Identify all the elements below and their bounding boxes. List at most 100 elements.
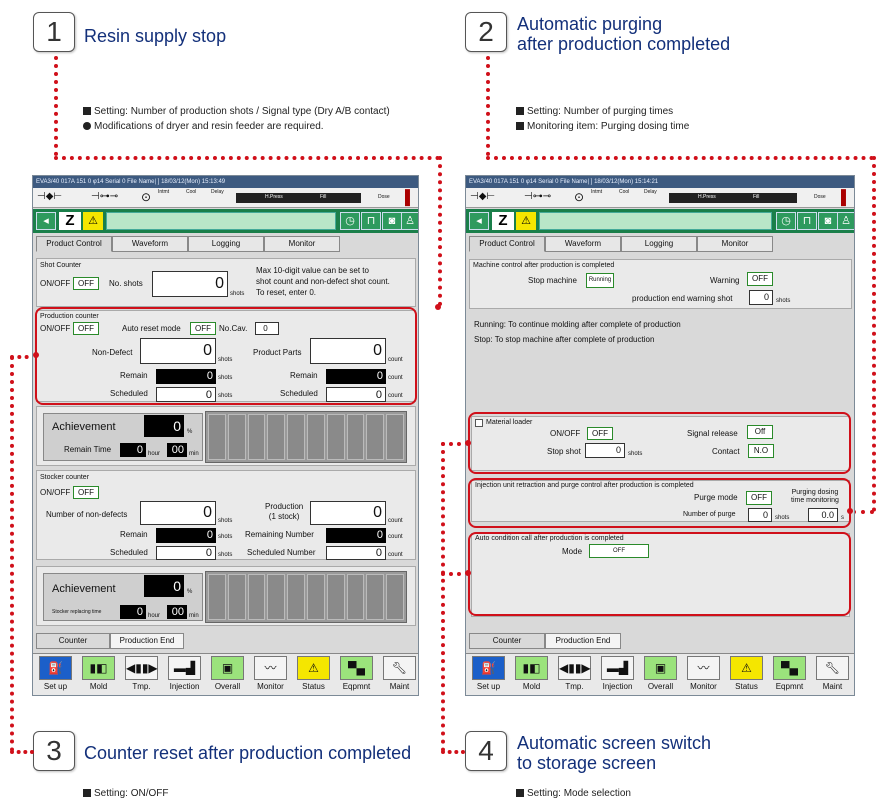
tab-product-control[interactable]: Product Control: [36, 236, 112, 252]
leader-3-vertical: [10, 356, 14, 752]
warning-toggle[interactable]: OFF: [747, 272, 773, 286]
tab-monitor[interactable]: Monitor: [264, 236, 340, 252]
scheduled-number-unit: count: [388, 552, 403, 558]
nav-overall[interactable]: ▣ Overall: [207, 656, 248, 694]
clock-icon[interactable]: ◷: [340, 212, 360, 230]
nav-monitor-label: Monitor: [690, 682, 717, 691]
machine-control-section: Machine control after production is comp…: [469, 259, 852, 309]
camera-icon[interactable]: ◙: [382, 212, 402, 230]
fill-label: Fill: [320, 194, 327, 200]
bottom-nav: ⛽ Set up ▮◧ Mold ◀▮▮▶ Tmp. ▬▟ Injection ▣ Ove…: [33, 653, 418, 695]
tab-counter[interactable]: Counter: [36, 633, 110, 649]
stocker-onoff-toggle[interactable]: OFF: [73, 486, 99, 499]
callout-1-note-1: Setting: Number of production shots / Si…: [83, 104, 390, 119]
nav-status[interactable]: ⚠ Status: [293, 656, 334, 694]
callout-1-number: 1: [33, 12, 75, 52]
nav-eqpmnt[interactable]: ▀▄ Eqpmnt: [769, 656, 810, 694]
tab-production-end[interactable]: Production End: [110, 633, 184, 649]
scheduled-number-input[interactable]: 0: [326, 546, 386, 560]
nav-eqpmnt[interactable]: ▀▄ Eqpmnt: [336, 656, 377, 694]
no-shots-input[interactable]: 0: [152, 271, 228, 297]
leader-4-anchor-mid: [465, 570, 471, 576]
injection-progress-bar: [669, 193, 797, 203]
callout-3-note-1: Setting: ON/OFF: [83, 786, 168, 801]
nav-setup[interactable]: ⛽ Set up: [468, 656, 509, 694]
process-icon-bar: ⊣◆⊢ ⊣⊶⊸ ⊙ Intmt Cool Delay H.Press Fill …: [33, 188, 418, 208]
nav-mold[interactable]: ▮◧ Mold: [511, 656, 552, 694]
stocker-achievement-label: Achievement: [52, 583, 116, 595]
mold-open-icon: ⊣◆⊢: [470, 191, 496, 202]
lock-icon[interactable]: ⊓: [797, 212, 817, 230]
stop-machine-label: Stop machine: [528, 276, 577, 285]
top-tabs: Product Control Waveform Logging Monitor: [33, 236, 418, 252]
tab-logging[interactable]: Logging: [188, 236, 264, 252]
stocker-remain-value: 0: [156, 528, 216, 543]
user-icon[interactable]: ♙: [401, 212, 418, 230]
mold-icon: ▮◧: [82, 656, 115, 680]
shot-counter-section: Shot Counter ON/OFF OFF No. shots 0 shot…: [36, 258, 416, 307]
nav-injection-label: Injection: [169, 682, 200, 691]
bullet-square-icon: [516, 107, 524, 115]
nav-mold[interactable]: ▮◧ Mold: [78, 656, 119, 694]
nav-injection[interactable]: ▬▟ Injection: [164, 656, 205, 694]
user-icon[interactable]: ♙: [837, 212, 854, 230]
camera-icon[interactable]: ◙: [818, 212, 838, 230]
nav-tmp[interactable]: ◀▮▮▶ Tmp.: [554, 656, 595, 694]
end-warning-label: production end warning shot: [632, 294, 733, 303]
end-warning-input[interactable]: 0: [749, 290, 773, 305]
stocker-hour-value: 0: [120, 605, 146, 619]
scheduled-number-label: Scheduled Number: [247, 548, 316, 557]
tab-counter[interactable]: Counter: [469, 633, 545, 649]
callout-3-title: Counter reset after production completed: [84, 743, 412, 763]
nav-maint-label: Maint: [389, 682, 410, 691]
tab-monitor[interactable]: Monitor: [697, 236, 773, 252]
production-stock-label: Production (1 stock): [265, 502, 304, 521]
clock-icon[interactable]: ◷: [776, 212, 796, 230]
lock-icon[interactable]: ⊓: [361, 212, 381, 230]
nav-monitor[interactable]: 〰 Monitor: [250, 656, 291, 694]
back-arrow-icon[interactable]: ◂: [36, 212, 56, 230]
tab-logging[interactable]: Logging: [621, 236, 697, 252]
nav-overall-label: Overall: [647, 682, 674, 691]
nav-setup[interactable]: ⛽ Set up: [35, 656, 76, 694]
ejector-icon: ⊣⊶⊸: [524, 191, 552, 202]
bottom-nav: ⛽ Set up ▮◧ Mold ◀▮▮▶ Tmp. ▬▟ Injection ▣ Ove…: [466, 653, 854, 695]
nav-maint[interactable]: 🔧︎ Maint: [812, 656, 853, 694]
dose-label: Dose: [378, 194, 390, 200]
nav-setup-label: Set up: [43, 682, 68, 691]
nav-maint[interactable]: 🔧︎ Maint: [379, 656, 418, 694]
back-arrow-icon[interactable]: ◂: [469, 212, 489, 230]
remain-hour-value: 0: [120, 443, 146, 457]
nav-status[interactable]: ⚠ Status: [726, 656, 767, 694]
timer-icon: ⊙: [574, 190, 585, 204]
tab-product-control[interactable]: Product Control: [469, 236, 545, 252]
shot-counter-onoff-label: ON/OFF: [40, 279, 71, 288]
min-unit: min: [189, 451, 199, 457]
warning-icon[interactable]: ⚠: [516, 212, 536, 230]
stop-machine-toggle[interactable]: Running: [586, 273, 614, 288]
achievement-section: Achievement 0 % Remain Time 0 hour 00 mi…: [36, 406, 416, 466]
tab-waveform[interactable]: Waveform: [112, 236, 188, 252]
leader-2-horizontal: [486, 156, 874, 160]
tab-waveform[interactable]: Waveform: [545, 236, 621, 252]
warning-icon[interactable]: ⚠: [83, 212, 103, 230]
tab-production-end[interactable]: Production End: [545, 633, 621, 649]
stocker-scheduled-input[interactable]: 0: [156, 546, 216, 560]
nav-monitor[interactable]: 〰 Monitor: [683, 656, 724, 694]
nav-tmp-label: Tmp.: [565, 682, 584, 691]
overall-icon: ▣: [211, 656, 244, 680]
no-shots-label: No. shots: [109, 279, 143, 288]
shot-counter-title: Shot Counter: [40, 262, 82, 269]
leader-4-anchor-top: [465, 440, 471, 446]
dose-label: Dose: [814, 194, 826, 200]
leader-2-drop: [872, 156, 876, 512]
status-icon: ⚠: [730, 656, 763, 680]
nav-injection[interactable]: ▬▟ Injection: [597, 656, 638, 694]
nav-overall[interactable]: ▣ Overall: [640, 656, 681, 694]
callout-4-number: 4: [465, 731, 507, 771]
nav-tmp[interactable]: ◀▮▮▶ Tmp.: [121, 656, 162, 694]
shot-counter-onoff-toggle[interactable]: OFF: [73, 277, 99, 290]
process-icon-bar: ⊣◆⊢ ⊣⊶⊸ ⊙ Intmt Cool Delay H.Press Fill …: [466, 188, 854, 208]
mold-icon: ▮◧: [515, 656, 548, 680]
production-stock-value[interactable]: 0: [310, 501, 386, 525]
